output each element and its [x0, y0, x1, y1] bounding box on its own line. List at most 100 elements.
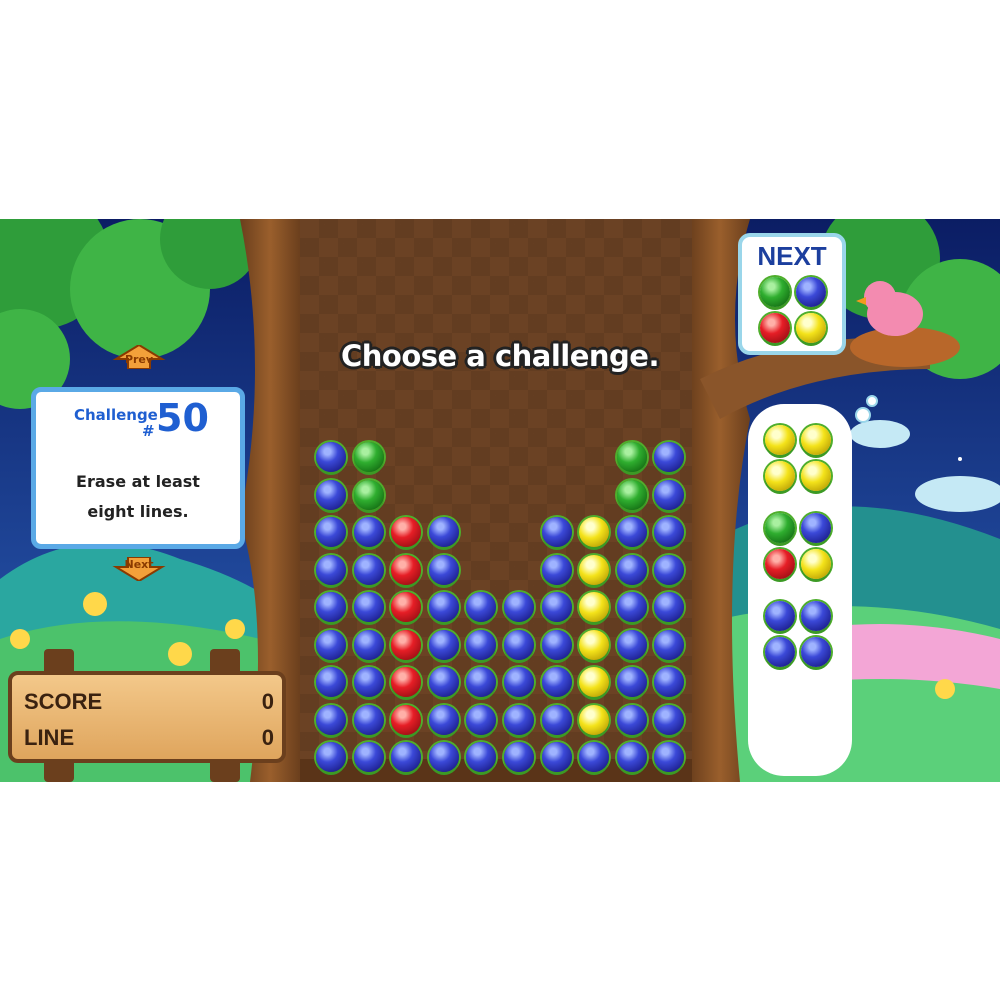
board-egg	[579, 629, 610, 660]
board-egg	[316, 554, 346, 585]
board-egg	[579, 704, 610, 735]
board-egg	[316, 742, 346, 772]
challenge-description: Erase at least eight lines.	[36, 467, 240, 527]
board-egg	[616, 442, 647, 472]
board-egg	[391, 704, 422, 735]
next-piece-box: NEXT	[738, 233, 846, 355]
challenge-number: 50	[156, 396, 209, 440]
board-egg	[616, 592, 647, 622]
board-egg	[353, 742, 384, 772]
board-egg	[428, 667, 459, 697]
next-piece-egg	[760, 313, 790, 343]
queue-egg	[801, 637, 831, 667]
board-egg	[654, 479, 685, 510]
board-egg	[654, 554, 685, 585]
line-value: 0	[261, 725, 274, 750]
challenge-hash: #	[142, 422, 155, 440]
board-egg	[616, 517, 647, 547]
board-egg	[654, 704, 685, 735]
queue-egg	[765, 513, 795, 543]
next-challenge-button[interactable]: Next	[108, 556, 170, 583]
board-egg	[504, 742, 534, 772]
board-egg	[316, 479, 346, 510]
thought-bubble-large	[855, 407, 871, 423]
board-egg	[579, 742, 610, 772]
prev-label: Prev	[124, 353, 154, 366]
board-egg	[579, 554, 610, 585]
board-egg	[353, 629, 384, 660]
board-egg	[353, 479, 384, 510]
board-egg	[353, 517, 384, 547]
queue-egg	[801, 425, 831, 455]
prev-button[interactable]: Prev	[108, 343, 170, 370]
queue-egg	[801, 549, 831, 579]
next-piece-egg	[796, 277, 826, 307]
board-egg	[428, 704, 459, 735]
next-challenge-label: Next	[124, 558, 154, 571]
board-egg	[579, 667, 610, 697]
board-egg	[316, 592, 346, 622]
challenge-line-2: eight lines.	[87, 502, 189, 521]
board-egg	[504, 629, 534, 660]
board-egg	[579, 592, 610, 622]
board-egg	[466, 704, 497, 735]
board-egg	[353, 554, 384, 585]
challenge-line-1: Erase at least	[76, 472, 200, 491]
next-piece-egg	[796, 313, 826, 343]
board-egg	[616, 704, 647, 735]
queue-egg	[765, 601, 795, 631]
queue-egg	[765, 461, 795, 491]
next-piece-label: NEXT	[757, 241, 827, 271]
board-egg	[316, 629, 346, 660]
board-egg	[316, 704, 346, 735]
board-egg	[579, 517, 610, 547]
queue-egg	[765, 425, 795, 455]
board-egg	[428, 554, 459, 585]
next-piece-egg	[760, 277, 790, 307]
queue-cloud	[748, 404, 852, 776]
scoreboard: SCORE 0 LINE 0	[8, 671, 286, 763]
thought-bubble-small	[866, 395, 878, 407]
board-egg	[391, 517, 422, 547]
board-egg	[541, 704, 572, 735]
board-egg	[541, 742, 572, 772]
queue-egg	[801, 461, 831, 491]
board-egg	[391, 742, 422, 772]
board-egg	[541, 629, 572, 660]
board-egg	[616, 554, 647, 585]
board-egg	[391, 667, 422, 697]
queue-egg	[765, 549, 795, 579]
board-egg	[616, 667, 647, 697]
board-egg	[541, 667, 572, 697]
banner-text: Choose a challenge.	[340, 339, 660, 373]
board-egg	[353, 704, 384, 735]
board-egg	[616, 629, 647, 660]
board-egg	[428, 742, 459, 772]
board-egg	[391, 554, 422, 585]
board-egg	[541, 517, 572, 547]
board-egg	[466, 629, 497, 660]
board-egg	[316, 667, 346, 697]
challenge-panel: Challenge # 50 Erase at least eight line…	[31, 387, 245, 549]
board-egg	[391, 629, 422, 660]
board-egg	[541, 554, 572, 585]
board-egg	[353, 592, 384, 622]
board-egg	[316, 517, 346, 547]
board-egg	[428, 592, 459, 622]
board-egg	[654, 629, 685, 660]
queue-egg	[765, 637, 795, 667]
queue-egg	[801, 513, 831, 543]
game-scene: Choose a challenge. Prev Challenge # 50 …	[0, 219, 1000, 782]
board-egg	[353, 442, 384, 472]
board-egg	[316, 442, 346, 472]
board-egg	[428, 629, 459, 660]
queue-egg	[801, 601, 831, 631]
board-egg	[504, 704, 534, 735]
score-value: 0	[261, 689, 274, 714]
board-egg	[616, 479, 647, 510]
board-egg	[616, 742, 647, 772]
board-egg	[504, 592, 534, 622]
board-egg	[541, 592, 572, 622]
board-egg	[428, 517, 459, 547]
board-egg	[391, 592, 422, 622]
